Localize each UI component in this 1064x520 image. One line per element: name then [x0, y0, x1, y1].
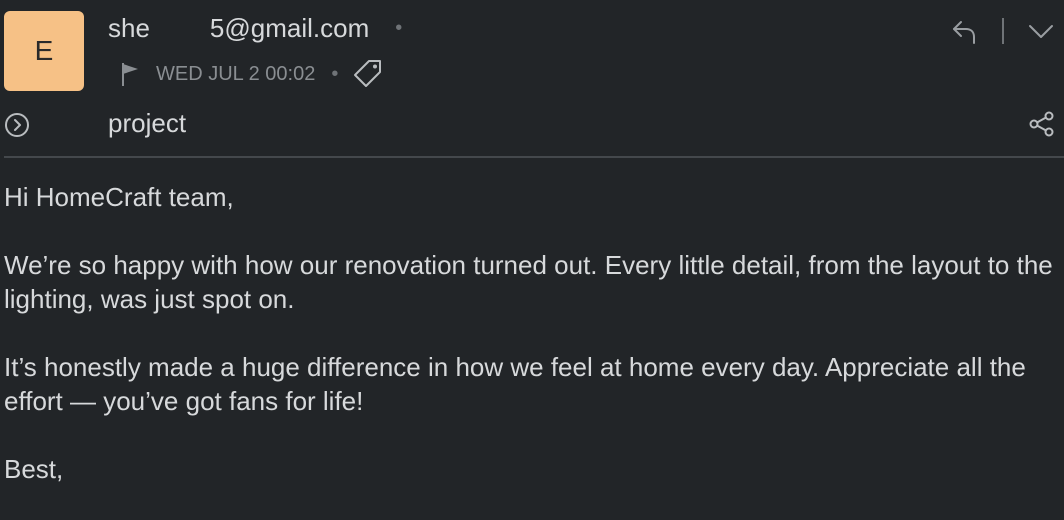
- message-meta: WED JUL 2 00:02 •: [118, 58, 384, 90]
- sender-email[interactable]: she 5@gmail.com •: [108, 13, 402, 44]
- chevron-down-icon[interactable]: [1026, 16, 1056, 46]
- flag-icon[interactable]: [118, 60, 142, 88]
- message-actions: [950, 16, 1056, 46]
- body-paragraph: It’s honestly made a huge difference in …: [4, 352, 1026, 416]
- separator-dot: •: [395, 17, 403, 39]
- message-date: WED JUL 2 00:02: [156, 62, 316, 85]
- signoff: Best,: [4, 454, 64, 484]
- redaction: [149, 13, 210, 44]
- header-divider: [4, 156, 1064, 158]
- greeting: Hi HomeCraft team,: [4, 182, 234, 212]
- sender-email-suffix: 5@gmail.com: [209, 13, 370, 43]
- message-body: Hi HomeCraft team, We’re so happy with h…: [4, 180, 1062, 520]
- share-icon[interactable]: [1028, 110, 1056, 138]
- subject: project: [108, 108, 187, 138]
- tag-icon[interactable]: [352, 58, 384, 90]
- sender-email-prefix: she: [108, 13, 150, 43]
- subject-row: project: [0, 106, 1064, 156]
- separator-dot: •: [331, 62, 339, 85]
- reply-icon[interactable]: [950, 16, 980, 46]
- body-paragraph: We’re so happy with how our renovation t…: [4, 250, 1053, 314]
- avatar[interactable]: E: [4, 11, 84, 91]
- expand-circle-icon[interactable]: [4, 112, 30, 138]
- divider: [1002, 18, 1004, 44]
